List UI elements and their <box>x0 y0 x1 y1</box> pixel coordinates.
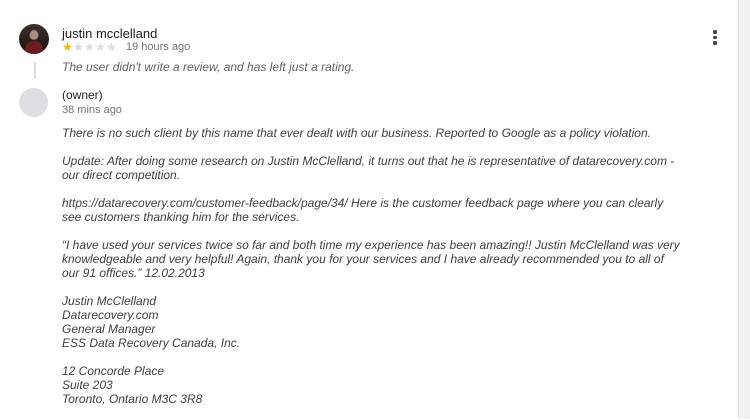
star-icon: ★ <box>62 40 73 54</box>
owner-avatar <box>19 88 48 117</box>
thread-connector <box>34 62 36 78</box>
star-icon: ★ <box>95 40 106 54</box>
more-vert-icon[interactable] <box>708 27 722 47</box>
scrollbar[interactable] <box>738 0 750 419</box>
reviewer-avatar[interactable] <box>19 24 49 54</box>
reviewer-name[interactable]: justin mcclelland <box>62 26 157 41</box>
address-line: Toronto, Ontario M3C 3R8 <box>62 392 203 406</box>
owner-label: (owner) <box>62 88 103 102</box>
owner-response-timestamp: 38 mins ago <box>62 104 122 116</box>
owner-response-text: There is no such client by this name tha… <box>62 126 682 420</box>
response-paragraph: https://datarecovery.com/customer-feedba… <box>62 196 664 224</box>
response-paragraph: “I have used your services twice so far … <box>62 238 680 280</box>
star-rating: ★★★★★ <box>62 40 117 54</box>
review-text: The user didn't write a review, and has … <box>62 60 355 74</box>
signature-line: General Manager <box>62 322 156 336</box>
address-block: 12 Concorde Place Suite 203 Toronto, Ont… <box>62 364 682 406</box>
response-paragraph: There is no such client by this name tha… <box>62 126 651 140</box>
signature-line: ESS Data Recovery Canada, Inc. <box>62 336 241 350</box>
star-icon: ★ <box>84 40 95 54</box>
review-timestamp: 19 hours ago <box>126 41 191 53</box>
star-icon: ★ <box>106 40 117 54</box>
address-line: Suite 203 <box>62 378 113 392</box>
address-line: 12 Concorde Place <box>62 364 165 378</box>
signature-line: Datarecovery.com <box>62 308 159 322</box>
response-paragraph: Update: After doing some research on Jus… <box>62 154 675 182</box>
star-icon: ★ <box>73 40 84 54</box>
signature-line: Justin McClelland <box>62 294 157 308</box>
review-card: justin mcclelland ★★★★★ 19 hours ago The… <box>0 0 738 419</box>
signature-block: Justin McClelland Datarecovery.com Gener… <box>62 294 682 350</box>
